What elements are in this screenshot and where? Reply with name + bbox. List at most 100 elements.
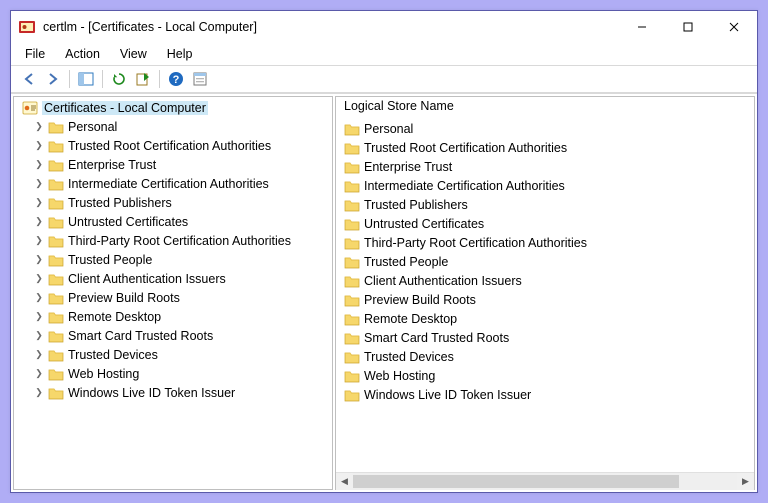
tree-item-trusted-root-certification-authorities[interactable]: ❯Trusted Root Certification Authorities: [30, 136, 328, 155]
menu-help[interactable]: Help: [157, 45, 203, 63]
tree-item-trusted-people[interactable]: ❯ Trusted People: [30, 250, 328, 269]
properties-button[interactable]: [188, 68, 212, 90]
certificate-store-icon: [22, 100, 38, 116]
tree-item-third-party-root-certification-authorities[interactable]: ❯ Third-Party Root Certification Authorit…: [30, 231, 328, 250]
chevron-right-icon[interactable]: ❯: [34, 368, 44, 379]
folder-icon: [344, 197, 360, 213]
chevron-right-icon[interactable]: ❯: [34, 387, 44, 398]
list-item-trusted-devices[interactable]: Trusted Devices: [342, 347, 754, 366]
list-item-untrusted-certificates[interactable]: Untrusted Certificates: [342, 214, 754, 233]
list-item-trusted-publishers[interactable]: Trusted Publishers: [342, 195, 754, 214]
scroll-right-button[interactable]: ▶: [737, 473, 754, 490]
forward-button[interactable]: [41, 68, 65, 90]
chevron-right-icon[interactable]: ❯: [34, 178, 44, 189]
menu-file[interactable]: File: [15, 45, 55, 63]
chevron-right-icon[interactable]: ❯: [34, 292, 44, 303]
tree-item-personal[interactable]: ❯Personal: [30, 117, 328, 136]
list-scroll-area[interactable]: Logical Store Name Personal Trusted Root …: [336, 97, 754, 472]
list-item-intermediate-certification-authorities[interactable]: Intermediate Certification Authorities: [342, 176, 754, 195]
tree-item-label: Third-Party Root Certification Authoriti…: [68, 234, 291, 248]
menu-action[interactable]: Action: [55, 45, 110, 63]
list-item-smart-card-trusted-roots[interactable]: Smart Card Trusted Roots: [342, 328, 754, 347]
folder-icon: [344, 330, 360, 346]
list-item-label: Untrusted Certificates: [364, 217, 484, 231]
close-button[interactable]: [711, 11, 757, 43]
app-icon: [19, 19, 35, 35]
menubar: File Action View Help: [11, 43, 757, 65]
chevron-right-icon[interactable]: ❯: [34, 121, 44, 132]
tree-item-label: Trusted Devices: [68, 348, 158, 362]
tree-item-web-hosting[interactable]: ❯ Web Hosting: [30, 364, 328, 383]
chevron-right-icon[interactable]: ❯: [34, 254, 44, 265]
tree-item-label: Intermediate Certification Authorities: [68, 177, 269, 191]
scroll-left-button[interactable]: ◀: [336, 473, 353, 490]
chevron-right-icon[interactable]: ❯: [34, 311, 44, 322]
toolbar: [11, 65, 757, 93]
list-item-enterprise-trust[interactable]: Enterprise Trust: [342, 157, 754, 176]
chevron-right-icon[interactable]: ❯: [34, 140, 44, 151]
minimize-button[interactable]: [619, 11, 665, 43]
tree-item-intermediate-certification-authorities[interactable]: ❯ Intermediate Certification Authorities: [30, 174, 328, 193]
folder-icon: [344, 387, 360, 403]
chevron-right-icon[interactable]: ❯: [34, 197, 44, 208]
tree-item-smart-card-trusted-roots[interactable]: ❯ Smart Card Trusted Roots: [30, 326, 328, 345]
tree-item-preview-build-roots[interactable]: ❯Preview Build Roots: [30, 288, 328, 307]
chevron-right-icon[interactable]: ❯: [34, 273, 44, 284]
list-item-personal[interactable]: Personal: [342, 119, 754, 138]
folder-icon: [344, 292, 360, 308]
folder-icon: [48, 309, 64, 325]
list-item-label: Web Hosting: [364, 369, 435, 383]
folder-icon: [48, 233, 64, 249]
list-item-trusted-people[interactable]: Trusted People: [342, 252, 754, 271]
tree-item-label: Web Hosting: [68, 367, 139, 381]
tree-item-windows-live-id-token-issuer[interactable]: ❯Windows Live ID Token Issuer: [30, 383, 328, 402]
list-item-web-hosting[interactable]: Web Hosting: [342, 366, 754, 385]
folder-icon: [48, 157, 64, 173]
list-item-label: Preview Build Roots: [364, 293, 476, 307]
horizontal-scrollbar[interactable]: ◀ ▶: [336, 472, 754, 489]
tree-item-trusted-devices[interactable]: ❯ Trusted Devices: [30, 345, 328, 364]
menu-view[interactable]: View: [110, 45, 157, 63]
toolbar-separator: [159, 70, 160, 88]
tree-item-label: Trusted People: [68, 253, 152, 267]
scroll-track[interactable]: [353, 473, 737, 490]
show-hide-tree-button[interactable]: [74, 68, 98, 90]
folder-icon: [48, 385, 64, 401]
list-item-preview-build-roots[interactable]: Preview Build Roots: [342, 290, 754, 309]
list-item-third-party-root-certification-authorities[interactable]: Third-Party Root Certification Authoriti…: [342, 233, 754, 252]
tree-item-enterprise-trust[interactable]: ❯Enterprise Trust: [30, 155, 328, 174]
tree-item-label: Untrusted Certificates: [68, 215, 188, 229]
list-item-windows-live-id-token-issuer[interactable]: Windows Live ID Token Issuer: [342, 385, 754, 404]
list-item-label: Trusted People: [364, 255, 448, 269]
tree-pane[interactable]: Certificates - Local Computer ❯Personal❯…: [13, 96, 333, 490]
list-item-label: Trusted Root Certification Authorities: [364, 141, 567, 155]
list-item-label: Personal: [364, 122, 413, 136]
tree-item-trusted-publishers[interactable]: ❯Trusted Publishers: [30, 193, 328, 212]
titlebar: certlm - [Certificates - Local Computer]: [11, 11, 757, 43]
chevron-right-icon[interactable]: ❯: [34, 216, 44, 227]
list-item-client-authentication-issuers[interactable]: Client Authentication Issuers: [342, 271, 754, 290]
refresh-button[interactable]: [107, 68, 131, 90]
list-item-label: Intermediate Certification Authorities: [364, 179, 565, 193]
scroll-thumb[interactable]: [353, 475, 679, 488]
chevron-right-icon[interactable]: ❯: [34, 330, 44, 341]
tree-item-remote-desktop[interactable]: ❯Remote Desktop: [30, 307, 328, 326]
column-header-logical-store-name[interactable]: Logical Store Name: [336, 97, 754, 119]
tree-item-untrusted-certificates[interactable]: ❯ Untrusted Certificates: [30, 212, 328, 231]
client-area: Certificates - Local Computer ❯Personal❯…: [11, 93, 757, 492]
chevron-right-icon[interactable]: ❯: [34, 349, 44, 360]
folder-icon: [48, 195, 64, 211]
tree-item-client-authentication-issuers[interactable]: ❯Client Authentication Issuers: [30, 269, 328, 288]
back-button[interactable]: [17, 68, 41, 90]
chevron-right-icon[interactable]: ❯: [34, 235, 44, 246]
folder-icon: [344, 235, 360, 251]
folder-icon: [48, 252, 64, 268]
chevron-right-icon[interactable]: ❯: [34, 159, 44, 170]
list-item-trusted-root-certification-authorities[interactable]: Trusted Root Certification Authorities: [342, 138, 754, 157]
help-button[interactable]: [164, 68, 188, 90]
maximize-button[interactable]: [665, 11, 711, 43]
tree-item-label: Smart Card Trusted Roots: [68, 329, 213, 343]
list-item-remote-desktop[interactable]: Remote Desktop: [342, 309, 754, 328]
tree-root-node[interactable]: Certificates - Local Computer: [18, 99, 328, 117]
export-list-button[interactable]: [131, 68, 155, 90]
